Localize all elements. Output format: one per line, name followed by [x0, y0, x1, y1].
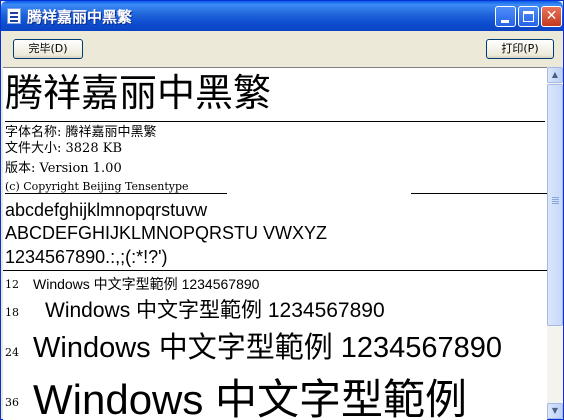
- font-display-name: 腾祥嘉丽中黑繁: [5, 71, 272, 115]
- maximize-button[interactable]: [518, 6, 539, 27]
- size-sample-text: Windows 中文字型範例: [33, 376, 468, 420]
- scroll-thumb[interactable]: [547, 84, 563, 326]
- digits-sample: 1234567890.:,;(:*!?'): [5, 247, 168, 267]
- size-label: 18: [5, 306, 19, 319]
- close-button[interactable]: ✕: [541, 6, 562, 27]
- toolbar: 完毕(D) 打印(P): [1, 31, 563, 67]
- size-sample-text: Windows 中文字型範例 1234567890: [33, 332, 503, 364]
- font-preview-pane: 腾祥嘉丽中黑繁 字体名称: 腾祥嘉丽中黑繁 文件大小: 3828 KB 版本: …: [3, 67, 547, 420]
- size-label: 12: [5, 278, 19, 291]
- title-bar[interactable]: 腾祥嘉丽中黑繁 ✕: [1, 1, 563, 31]
- divider: [3, 270, 547, 271]
- font-viewer-window: 腾祥嘉丽中黑繁 ✕ 完毕(D) 打印(P) 腾祥嘉丽中黑繁 字体名称: 腾祥嘉丽…: [0, 0, 564, 420]
- size-sample-text: Windows 中文字型範例 1234567890: [33, 276, 260, 292]
- document-icon: [7, 8, 21, 24]
- print-button[interactable]: 打印(P): [486, 39, 554, 59]
- grip-icon: [552, 197, 559, 198]
- file-size-line: 文件大小: 3828 KB: [5, 141, 122, 156]
- done-button[interactable]: 完毕(D): [13, 39, 83, 59]
- uppercase-sample: ABCDEFGHIJKLMNOPQRSTU VWXYZ: [5, 223, 328, 243]
- divider: [5, 193, 227, 194]
- version-line: 版本: Version 1.00: [5, 161, 122, 176]
- vertical-scrollbar[interactable]: ▲ ▼: [547, 67, 563, 419]
- lowercase-sample: abcdefghijklmnopqrstuvw: [5, 200, 208, 220]
- minimize-button[interactable]: [495, 6, 516, 27]
- scroll-up-button[interactable]: ▲: [547, 67, 563, 83]
- size-sample-text: Windows 中文字型範例 1234567890: [45, 299, 385, 322]
- close-icon: ✕: [545, 8, 558, 24]
- copyright-line: (c) Copyright Beijing Tensentype: [5, 180, 189, 193]
- maximize-icon: [523, 11, 534, 22]
- scroll-down-button[interactable]: ▼: [547, 403, 563, 419]
- divider: [411, 193, 547, 194]
- font-name-line: 字体名称: 腾祥嘉丽中黑繁: [5, 125, 157, 140]
- minimize-icon: [501, 20, 509, 23]
- size-label: 24: [5, 346, 19, 359]
- size-label: 36: [5, 396, 19, 409]
- divider: [5, 121, 545, 122]
- window-title: 腾祥嘉丽中黑繁: [27, 8, 133, 26]
